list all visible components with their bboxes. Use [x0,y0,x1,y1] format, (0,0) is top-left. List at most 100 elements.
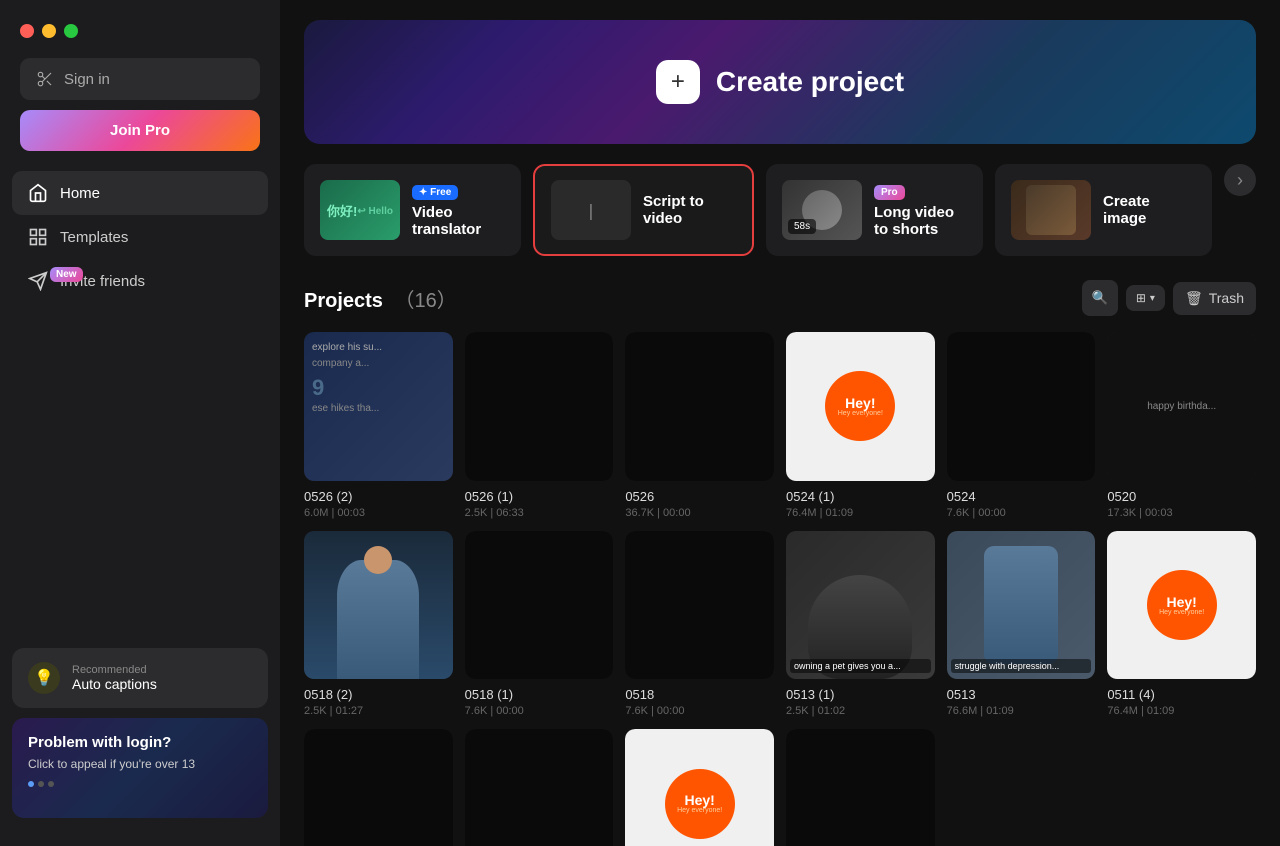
nav-item-invite[interactable]: Invite friends New [12,259,268,303]
project-meta: 7.6K | 00:00 [947,507,1096,519]
maximize-button[interactable] [64,24,78,38]
trash-icon: 🗑 [1185,290,1203,307]
feature-script-to-video[interactable]: | Script to video [533,164,754,256]
script-to-video-info: Script to video [643,193,736,227]
nav-menu: Home Templates Invite friends New [0,171,280,636]
project-meta: 6.0M | 00:03 [304,507,453,519]
sidebar: Sign in Join Pro Home Templates Invite f… [0,0,280,846]
search-icon: 🔍 [1092,290,1109,306]
view-toggle-button[interactable]: ⊞ ▾ [1126,285,1165,311]
projects-header: Projects （16） 🔍 ⊞ ▾ 🗑 Trash [304,280,1256,316]
man-caption: struggle with depression... [951,659,1092,673]
chevron-right-button[interactable]: › [1224,164,1256,196]
project-meta: 76.6M | 01:09 [947,705,1096,717]
project-item-0511-4[interactable]: Hey! Hey everyone! 0511 (4) 76.4M | 01:0… [1107,531,1256,718]
nav-item-templates[interactable]: Templates [12,215,268,259]
project-meta: 76.4M | 01:09 [1107,705,1256,717]
project-item-row3-1[interactable] [304,729,453,846]
templates-icon [28,227,48,247]
project-thumb-0520: happy birthda... [1107,332,1256,481]
project-item-0513[interactable]: struggle with depression... 0513 76.6M |… [947,531,1096,718]
project-item-0513-1[interactable]: owning a pet gives you a... 0513 (1) 2.5… [786,531,935,718]
project-item-0524[interactable]: 0524 7.6K | 00:00 [947,332,1096,519]
problem-dots [28,781,252,787]
script-to-video-title: Script to video [643,193,736,227]
feature-create-image[interactable]: Create image [995,164,1212,256]
dot-2 [38,781,44,787]
feature-cards-row: 你好! ↩ Hello ✦ Free Video translator | Sc… [304,164,1256,256]
problem-card[interactable]: Problem with login? Click to appeal if y… [12,718,268,818]
auto-captions-card[interactable]: 💡 Recommended Auto captions [12,648,268,708]
project-item-0518-2[interactable]: 0518 (2) 2.5K | 01:27 [304,531,453,718]
trash-label: Trash [1209,290,1244,306]
bulb-icon: 💡 [28,662,60,694]
search-button[interactable]: 🔍 [1082,280,1118,316]
project-meta: 2.5K | 06:33 [465,507,614,519]
project-item-0524-1[interactable]: Hey! Hey everyone! 0524 (1) 76.4M | 01:0… [786,332,935,519]
project-meta: 17.3K | 00:03 [1107,507,1256,519]
project-thumb-0524-1: Hey! Hey everyone! [786,332,935,481]
project-item-0518[interactable]: 0518 7.6K | 00:00 [625,531,774,718]
invite-icon [28,271,48,291]
create-image-info: Create image [1103,193,1196,227]
project-thumb-row3-4 [786,729,935,846]
project-meta: 36.7K | 00:00 [625,507,774,519]
nav-item-home[interactable]: Home [12,171,268,215]
chevron-down-icon: ▾ [1150,293,1155,304]
create-image-thumb [1011,180,1091,240]
project-item-0526-1[interactable]: 0526 (1) 2.5K | 06:33 [465,332,614,519]
project-item-0520[interactable]: happy birthda... 0520 17.3K | 00:03 [1107,332,1256,519]
auth-section: Sign in Join Pro [0,58,280,151]
auto-captions-label: Auto captions [72,676,157,692]
main-content: + Create project 你好! ↩ Hello ✦ Free Vide… [280,0,1280,846]
project-thumb-0513-1: owning a pet gives you a... [786,531,935,680]
project-name: 0513 (1) [786,687,935,702]
feature-video-translator[interactable]: 你好! ↩ Hello ✦ Free Video translator [304,164,521,256]
project-thumb-0513: struggle with depression... [947,531,1096,680]
create-project-banner[interactable]: + Create project [304,20,1256,144]
join-pro-button[interactable]: Join Pro [20,110,260,151]
problem-desc: Click to appeal if you're over 13 [28,757,252,771]
minimize-button[interactable] [42,24,56,38]
project-item-row3-2[interactable] [465,729,614,846]
close-button[interactable] [20,24,34,38]
project-thumb-0524 [947,332,1096,481]
chevron-right-icon: › [1237,170,1243,191]
projects-actions: 🔍 ⊞ ▾ 🗑 Trash [1082,280,1256,316]
nav-home-label: Home [60,185,100,202]
scissors-icon [36,70,54,88]
long-video-title: Long video to shorts [874,204,967,238]
project-thumb-0518-2 [304,531,453,680]
feature-long-video[interactable]: 58s Pro Long video to shorts [766,164,983,256]
project-item-0526-2[interactable]: explore his su... company a... 9 ese hik… [304,332,453,519]
trash-button[interactable]: 🗑 Trash [1173,282,1256,315]
pro-badge: Pro [874,185,905,200]
project-name: 0524 [947,489,1096,504]
project-item-0518-1[interactable]: 0518 (1) 7.6K | 00:00 [465,531,614,718]
project-thumb-0526-1 [465,332,614,481]
create-image-title: Create image [1103,193,1196,227]
project-thumb-row3-3: Hey! Hey everyone! [625,729,774,846]
project-meta: 2.5K | 01:02 [786,705,935,717]
time-badge: 58s [788,219,816,234]
new-badge: New [50,267,83,282]
nav-templates-label: Templates [60,229,128,246]
project-name: 0518 (1) [465,687,614,702]
project-meta: 76.4M | 01:09 [786,507,935,519]
problem-desc-text: Click to appeal if you're over 13 [28,757,195,771]
problem-title: Problem with login? [28,734,252,751]
project-thumb-0526 [625,332,774,481]
grid-icon: ⊞ [1136,291,1146,305]
project-item-0526[interactable]: 0526 36.7K | 00:00 [625,332,774,519]
auto-captions-text: Recommended Auto captions [72,664,157,692]
sign-in-button[interactable]: Sign in [20,58,260,100]
dot-3 [48,781,54,787]
video-translator-title: Video translator [412,204,505,238]
window-controls [0,16,280,58]
project-item-row3-3[interactable]: Hey! Hey everyone! [625,729,774,846]
free-badge: ✦ Free [412,185,458,200]
project-item-row3-4[interactable] [786,729,935,846]
project-thumb-0518-1 [465,531,614,680]
dot-1 [28,781,34,787]
projects-grid: explore his su... company a... 9 ese hik… [304,332,1256,846]
